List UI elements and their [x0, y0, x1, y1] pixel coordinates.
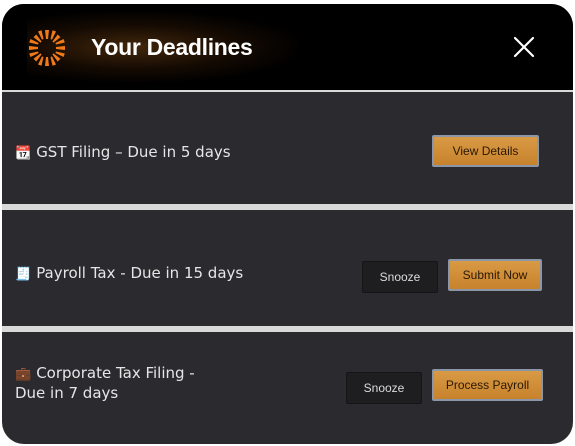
- deadline-text: 🧾 Payroll Tax - Due in 15 days: [15, 264, 243, 284]
- sunburst-logo-icon: [29, 30, 65, 66]
- process-payroll-button[interactable]: Process Payroll: [432, 369, 543, 401]
- snooze-button[interactable]: Snooze: [346, 372, 422, 404]
- deadline-label-line1: Corporate Tax Filing -: [36, 364, 195, 382]
- deadline-item: 💼 Corporate Tax Filing - Due in 7 days Sn…: [2, 332, 573, 444]
- view-details-button[interactable]: View Details: [432, 135, 539, 167]
- deadline-item: 🧾 Payroll Tax - Due in 15 days Snooze Sub…: [2, 210, 573, 326]
- deadlines-panel: Your Deadlines 📆 GST Filing – Due in 5 da…: [2, 4, 573, 444]
- close-x-icon[interactable]: [511, 34, 537, 60]
- calendar-icon: 📆: [15, 146, 32, 161]
- deadline-label: GST Filing – Due in 5 days: [36, 143, 231, 161]
- panel-header: Your Deadlines: [2, 4, 573, 90]
- deadline-item: 📆 GST Filing – Due in 5 days View Details: [2, 92, 573, 204]
- deadline-label: Payroll Tax - Due in 15 days: [36, 264, 244, 282]
- deadline-text: 📆 GST Filing – Due in 5 days: [15, 143, 231, 163]
- snooze-button[interactable]: Snooze: [362, 261, 438, 293]
- page-title: Your Deadlines: [91, 34, 253, 60]
- receipt-icon: 🧾: [15, 267, 32, 282]
- submit-now-button[interactable]: Submit Now: [448, 259, 542, 291]
- deadline-text: 💼 Corporate Tax Filing - Due in 7 days: [15, 364, 195, 403]
- briefcase-icon: 💼: [15, 367, 32, 382]
- deadline-label-line2: Due in 7 days: [15, 384, 119, 402]
